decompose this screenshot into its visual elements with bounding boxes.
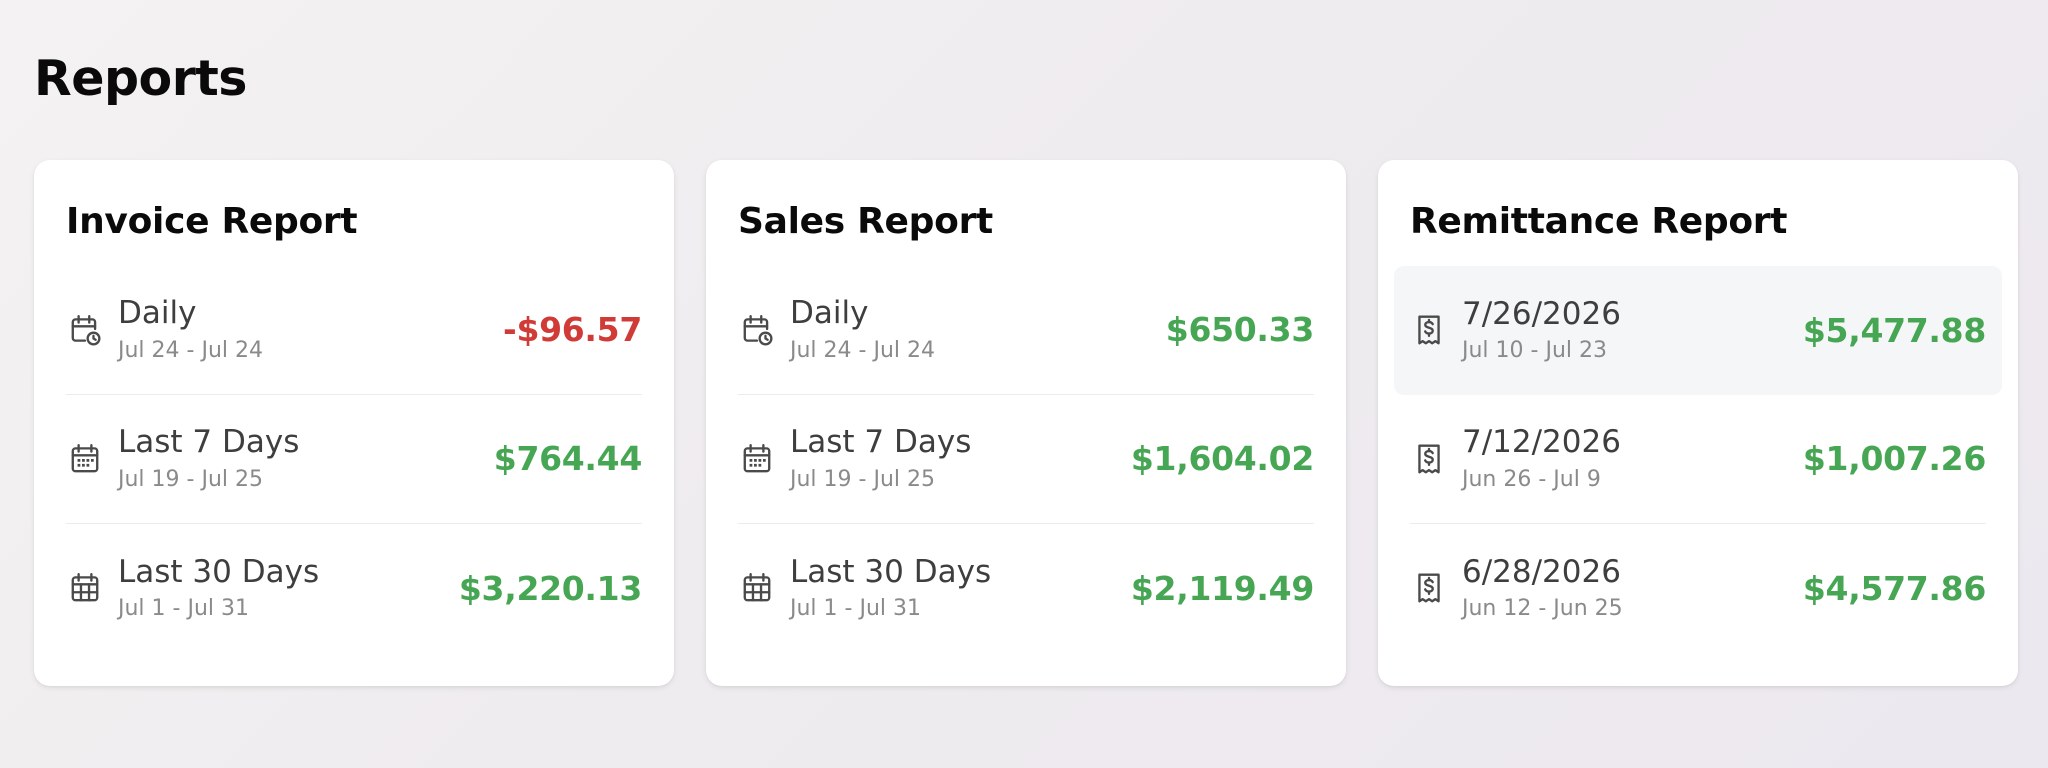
remittance-row[interactable]: 7/12/2026 Jun 26 - Jul 9 $1,007.26	[1410, 395, 1986, 524]
row-date-range: Jul 1 - Jul 31	[790, 596, 921, 622]
row-date-range: Jul 10 - Jul 23	[1462, 338, 1607, 364]
row-amount: $3,220.13	[458, 568, 642, 608]
calendar-month-icon	[68, 571, 102, 605]
row-label: Daily	[790, 295, 869, 332]
row-label: 6/28/2026	[1462, 553, 1621, 590]
remittance-report-card: Remittance Report 7/26/2026 Jul 10 - Jul…	[1378, 160, 2018, 686]
calendar-week-icon	[68, 442, 102, 476]
row-label: Last 30 Days	[118, 553, 320, 590]
row-date-range: Jul 19 - Jul 25	[118, 466, 263, 492]
row-label: 7/26/2026	[1462, 295, 1621, 332]
receipt-dollar-icon	[1412, 442, 1446, 476]
report-row-last-30-days[interactable]: Last 30 Days Jul 1 - Jul 31 $2,119.49	[738, 524, 1314, 653]
row-date-range: Jul 24 - Jul 24	[118, 337, 263, 363]
calendar-month-icon	[740, 571, 774, 605]
row-amount: $4,577.86	[1802, 568, 1986, 608]
row-amount: $764.44	[493, 439, 643, 479]
row-date-range: Jun 12 - Jun 25	[1462, 596, 1623, 622]
report-cards: Invoice Report Daily Jul 24 - Jul 24 -$9…	[34, 160, 2018, 686]
report-row-last-7-days[interactable]: Last 7 Days Jul 19 - Jul 25 $1,604.02	[738, 395, 1314, 524]
report-row-daily[interactable]: Daily Jul 24 - Jul 24 -$96.57	[66, 266, 642, 395]
calendar-clock-icon	[740, 313, 774, 347]
row-label: Last 30 Days	[790, 553, 992, 590]
row-label: Last 7 Days	[790, 424, 972, 461]
remittance-row[interactable]: 6/28/2026 Jun 12 - Jun 25 $4,577.86	[1410, 524, 1986, 653]
row-date-range: Jul 19 - Jul 25	[790, 466, 935, 492]
calendar-week-icon	[740, 442, 774, 476]
row-label: Last 7 Days	[118, 424, 300, 461]
receipt-dollar-icon	[1412, 313, 1446, 347]
row-amount: $650.33	[1165, 310, 1315, 350]
row-amount: $1,604.02	[1130, 439, 1314, 479]
report-row-last-30-days[interactable]: Last 30 Days Jul 1 - Jul 31 $3,220.13	[66, 524, 642, 653]
remittance-row[interactable]: 7/26/2026 Jul 10 - Jul 23 $5,477.88	[1394, 265, 2002, 395]
report-row-last-7-days[interactable]: Last 7 Days Jul 19 - Jul 25 $764.44	[66, 395, 642, 524]
row-amount: $5,477.88	[1802, 310, 1986, 350]
row-amount: $2,119.49	[1130, 568, 1314, 608]
row-label: Daily	[118, 295, 197, 332]
card-title: Invoice Report	[66, 201, 358, 242]
invoice-report-card: Invoice Report Daily Jul 24 - Jul 24 -$9…	[34, 160, 674, 686]
row-label: 7/12/2026	[1462, 424, 1621, 461]
card-title: Remittance Report	[1410, 201, 1788, 242]
row-amount: -$96.57	[503, 310, 642, 350]
calendar-clock-icon	[68, 313, 102, 347]
row-date-range: Jul 1 - Jul 31	[118, 596, 249, 622]
card-title: Sales Report	[738, 201, 993, 242]
sales-report-card: Sales Report Daily Jul 24 - Jul 24 $650.…	[706, 160, 1346, 686]
receipt-dollar-icon	[1412, 571, 1446, 605]
page-title: Reports	[34, 50, 247, 107]
row-date-range: Jul 24 - Jul 24	[790, 337, 935, 363]
report-row-daily[interactable]: Daily Jul 24 - Jul 24 $650.33	[738, 266, 1314, 395]
row-amount: $1,007.26	[1802, 439, 1986, 479]
row-date-range: Jun 26 - Jul 9	[1462, 466, 1601, 492]
